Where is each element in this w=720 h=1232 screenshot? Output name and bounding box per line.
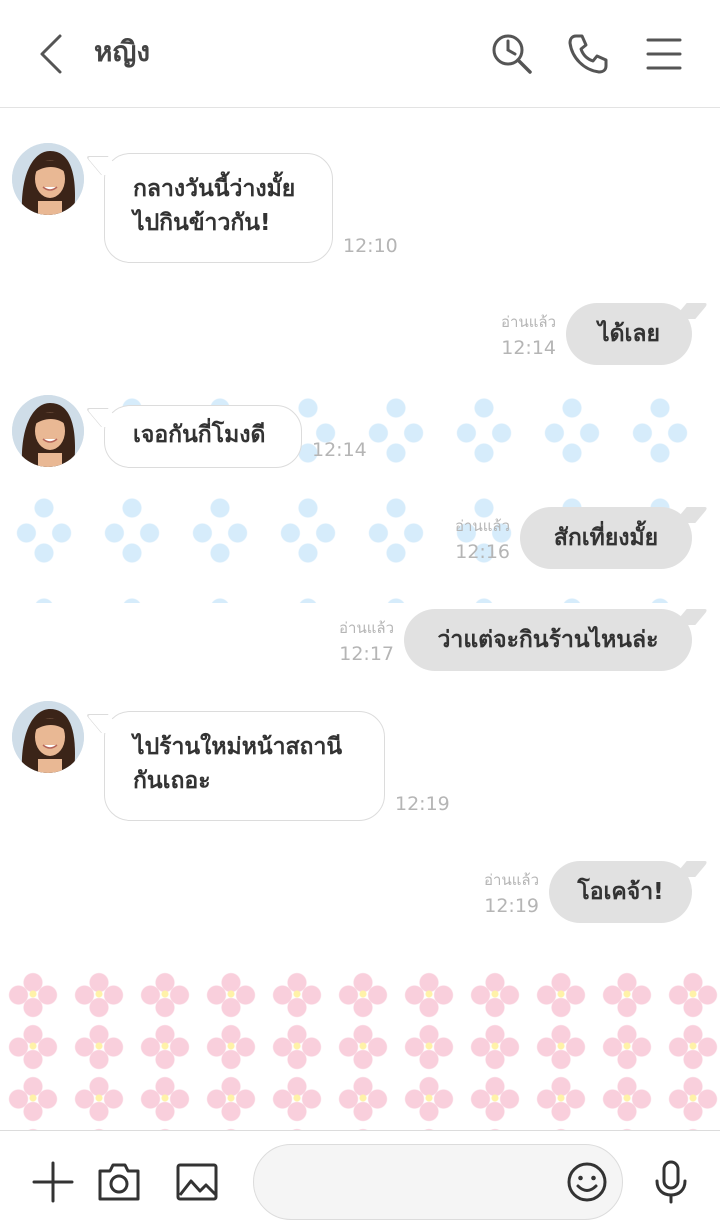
message-timestamp: 12:14 bbox=[501, 337, 556, 359]
message-timestamp: 12:10 bbox=[343, 235, 398, 257]
microphone-icon bbox=[655, 1160, 687, 1204]
message-text-line: เจอกันกี่โมงดี bbox=[133, 422, 266, 448]
message-timestamp: 12:14 bbox=[312, 439, 367, 461]
outgoing-message-bubble[interactable]: โอเคจ้า! bbox=[549, 861, 692, 923]
camera-icon bbox=[98, 1163, 140, 1201]
background-pattern-pink-flowers bbox=[0, 968, 720, 1130]
camera-button[interactable] bbox=[96, 1159, 142, 1205]
image-icon bbox=[176, 1163, 218, 1201]
incoming-message-bubble[interactable]: กลางวันนี้ว่างมั้ย ไปกินข้าวกัน! bbox=[104, 153, 333, 263]
message-timestamp: 12:17 bbox=[339, 643, 394, 665]
contact-avatar[interactable] bbox=[12, 701, 84, 773]
message-text: โอเคจ้า! bbox=[577, 879, 664, 905]
outgoing-message-bubble[interactable]: ว่าแต่จะกินร้านไหนล่ะ bbox=[404, 609, 692, 671]
incoming-message-bubble[interactable]: เจอกันกี่โมงดี bbox=[104, 405, 302, 468]
message-text-line: ไปกินข้าวกัน! bbox=[133, 210, 271, 236]
message-text-line: กันเถอะ bbox=[133, 768, 211, 794]
menu-button[interactable] bbox=[640, 30, 688, 78]
message-timestamp: 12:16 bbox=[455, 541, 510, 563]
message-text-line: กลางวันนี้ว่างมั้ย bbox=[133, 176, 296, 202]
chat-header: หญิง bbox=[0, 0, 720, 108]
incoming-message-bubble[interactable]: ไปร้านใหม่หน้าสถานี กันเถอะ bbox=[104, 711, 385, 821]
plus-icon bbox=[32, 1161, 74, 1203]
hamburger-icon bbox=[646, 38, 682, 70]
chat-message-list[interactable]: กลางวันนี้ว่างมั้ย ไปกินข้าวกัน! 12:10 อ… bbox=[0, 108, 720, 1130]
outgoing-message-bubble[interactable]: สักเที่ยงมั้ย bbox=[520, 507, 692, 569]
back-button[interactable] bbox=[30, 28, 74, 80]
clock-search-icon bbox=[492, 34, 532, 74]
message-timestamp: 12:19 bbox=[484, 895, 539, 917]
outgoing-message-bubble[interactable]: ได้เลย bbox=[566, 303, 692, 365]
message-composer bbox=[0, 1130, 720, 1232]
message-text: ได้เลย bbox=[598, 321, 660, 347]
image-button[interactable] bbox=[174, 1159, 220, 1205]
voice-input-button[interactable] bbox=[648, 1159, 694, 1205]
contact-avatar[interactable] bbox=[12, 143, 84, 215]
call-button[interactable] bbox=[564, 30, 612, 78]
phone-icon bbox=[568, 34, 608, 74]
message-text-line: ไปร้านใหม่หน้าสถานี bbox=[133, 734, 343, 760]
message-text: สักเที่ยงมั้ย bbox=[553, 525, 659, 551]
smiley-icon bbox=[567, 1162, 607, 1202]
read-receipt: อ่านแล้ว bbox=[501, 313, 556, 331]
message-timestamp: 12:19 bbox=[395, 793, 450, 815]
contact-avatar[interactable] bbox=[12, 395, 84, 467]
read-receipt: อ่านแล้ว bbox=[339, 619, 394, 637]
emoji-button[interactable] bbox=[564, 1159, 610, 1205]
chevron-left-icon bbox=[40, 34, 62, 74]
search-button[interactable] bbox=[488, 30, 536, 78]
read-receipt: อ่านแล้ว bbox=[455, 517, 510, 535]
add-attachment-button[interactable] bbox=[30, 1159, 76, 1205]
chat-title: หญิง bbox=[94, 35, 150, 68]
message-text: ว่าแต่จะกินร้านไหนล่ะ bbox=[437, 627, 659, 653]
read-receipt: อ่านแล้ว bbox=[484, 871, 539, 889]
